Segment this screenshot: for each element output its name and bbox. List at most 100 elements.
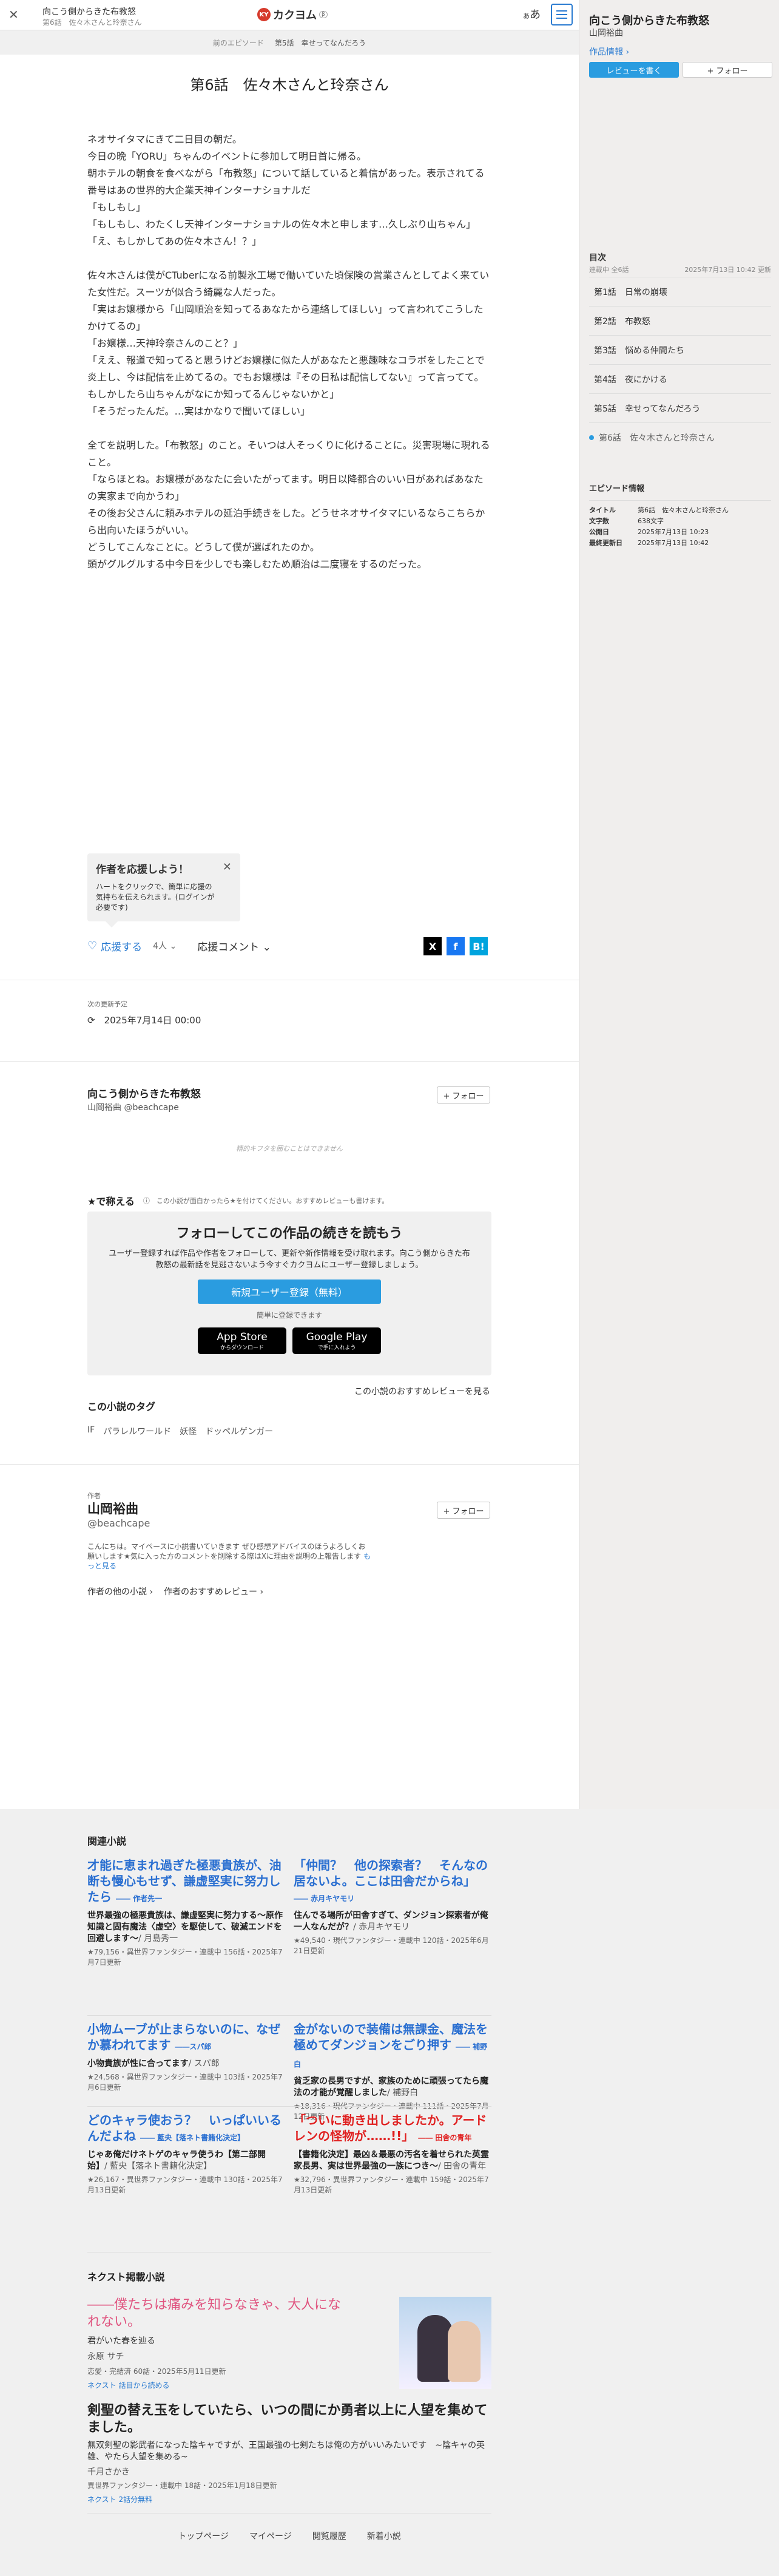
toc-meta: 連載中 全6話 2025年7月13日 10:42 更新 <box>589 265 771 274</box>
heart-icon[interactable]: ♡ <box>87 940 97 952</box>
episode-info-row: タイトル 第6話 佐々木さんと玲奈さん <box>589 506 729 514</box>
related-card[interactable]: どのキャラ使おう？ いっぱいいるんだよね ―― 藍央【落ネト書籍化決定】じゃあ俺… <box>87 2112 284 2195</box>
related-title[interactable]: 貧乏家の長男ですが、家族のために頑張ってたら魔法の才能が覚醒しました/ 補野白 <box>294 2076 490 2099</box>
toc-item[interactable]: 第1話 日常の崩壊 <box>589 277 771 306</box>
cheer-comment-button[interactable]: 応援コメント ⌄ <box>197 938 271 954</box>
divider <box>87 2106 491 2107</box>
sidebar-author[interactable]: 山岡裕曲 <box>589 27 623 39</box>
toc-item[interactable]: 第4話 夜にかける <box>589 364 771 393</box>
footer-link[interactable]: マイページ <box>249 2530 292 2542</box>
related-meta: ★49,540・現代ファンタジー・連載中 120話・2025年6月21日更新 <box>294 1936 489 1955</box>
sidebar-follow-button[interactable]: + フォロー <box>683 62 772 78</box>
next-novel-badge: ネクスト 2話分無料 <box>87 2495 153 2504</box>
store-badges: App Store からダウンロード Google Play で手に入れよう <box>87 1327 491 1354</box>
toc-item[interactable]: 第2話 布教怒 <box>589 306 771 335</box>
author-name[interactable]: 山岡裕曲 <box>87 1499 138 1517</box>
work-author[interactable]: 山岡裕曲 @beachcape <box>87 1101 179 1113</box>
next-novel-author[interactable]: 千月さかき <box>87 2466 491 2478</box>
related-title[interactable]: 住んでる場所が田舎すぎて、ダンジョン探索者が俺一人なんだが？/ 赤月キヤモリ <box>294 1910 490 1933</box>
toc-item[interactable]: 第3話 悩める仲間たち <box>589 335 771 364</box>
related-card[interactable]: 金がないので装備は無課金、魔法を極めてダンジョンをごり押す ―― 補野白 貧乏家の… <box>294 2021 490 2122</box>
toc-heading: 目次 <box>589 253 606 263</box>
next-update-label: 次の更新予定 <box>87 1000 127 1008</box>
toc-item[interactable]: 第5話 幸せってなんだろう <box>589 393 771 422</box>
related-meta: ★32,796・異世界ファンタジー・連載中 159話・2025年7月13日更新 <box>294 2175 489 2194</box>
body-paragraph: 朝ホテルの朝食を食べながら「布教怒」について話していると着信があった。表示されて… <box>87 168 485 196</box>
next-novel-title[interactable]: 無双剣聖の影武者になった陰キャですが、王国最強の七剣たちは俺の方がいいみたいです… <box>87 2440 491 2463</box>
header-episode-title: 第6話 佐々木さんと玲奈さん <box>42 18 142 27</box>
kakuyomu-logo[interactable]: KY カクヨム β <box>257 7 328 22</box>
tag-item[interactable]: IF <box>87 1425 95 1437</box>
body-paragraph: 今日の晩「YORU」ちゃんのイベントに参加して明日首に帰る。 <box>87 151 366 162</box>
next-novel-card[interactable]: ――僕たちは痛みを知らなきゃ、大人になれない。 君がいた春を辿る 永原 サチ 恋… <box>87 2297 491 2390</box>
header-work-title[interactable]: 向こう側からきた布教怒 <box>42 5 136 18</box>
star-heading[interactable]: ★で称える <box>87 1193 135 1208</box>
prev-episode-link[interactable]: 前のエピソード <box>213 38 264 48</box>
related-title[interactable]: 【書籍化決定】最凶＆最悪の汚名を着せられた英霊家長男、実は世界最強の一族につき〜… <box>294 2149 490 2172</box>
write-review-button[interactable]: レビューを書く <box>589 62 679 78</box>
author-reviews-link[interactable]: 作者のおすすめレビュー › <box>164 1585 263 1598</box>
author-other-works-link[interactable]: 作者の他の小説 › <box>87 1585 153 1598</box>
related-title[interactable]: 世界最強の極悪貴族は、謙虚堅実に努力する〜原作知識と固有魔法〈虚空〉を駆使して、… <box>87 1910 284 1945</box>
footer-link[interactable]: トップページ <box>178 2530 229 2542</box>
next-novels-heading: ネクスト掲載小説 <box>87 2271 165 2283</box>
font-size-label: あ <box>530 8 541 21</box>
current-prev-episode-title[interactable]: 第5話 幸せってなんだろう <box>275 38 366 48</box>
follow-cta-heading: フォローしてこの作品の続きを読もう <box>176 1226 403 1241</box>
close-icon[interactable]: ✕ <box>223 861 232 873</box>
close-icon[interactable]: ✕ <box>8 7 19 22</box>
toc-list: 第1話 日常の崩壊 第2話 布教怒 第3話 悩める仲間たち 第4話 夜にかける … <box>589 277 771 452</box>
related-meta: ★24,568・異世界ファンタジー・連載中 103話・2025年7月6日更新 <box>87 2073 283 2092</box>
footer-link[interactable]: 新着小説 <box>367 2530 401 2542</box>
tags-heading: この小説のタグ <box>87 1401 156 1412</box>
divider <box>87 2015 491 2016</box>
toc-item-current[interactable]: 第6話 佐々木さんと玲奈さん <box>589 422 771 452</box>
work-info-link[interactable]: 作品情報 › <box>589 46 629 58</box>
related-title[interactable]: 小物貴族が性に合ってます/ スパ郎 <box>87 2058 284 2070</box>
work-title[interactable]: 向こう側からきた布教怒 <box>87 1085 201 1100</box>
tag-item[interactable]: パラレルワールド <box>103 1425 171 1437</box>
body-paragraph: 「ならほとね。お嬢様があなたに会いたがってます。明日以降都合のいい日があればあな… <box>87 473 484 502</box>
related-card[interactable]: 「ついに動き出しましたか。アードレンの怪物が……!!」 ―― 田舎の青年【書籍化… <box>294 2112 490 2195</box>
tag-item[interactable]: 妖怪 <box>180 1425 197 1437</box>
related-catch: どのキャラ使おう？ いっぱいいるんだよね ―― 藍央【落ネト書籍化決定】 <box>87 2113 282 2143</box>
body-paragraph: 「もしもし、わたくし天神インターナショナルの佐々木と申します…久しぶり山ちゃん」 <box>87 219 476 230</box>
app-store-badge[interactable]: App Store からダウンロード <box>198 1327 286 1354</box>
episode-info-row: 最終更新日 2025年7月13日 10:42 <box>589 539 709 547</box>
next-novel-card[interactable]: 剣聖の替え玉をしていたら、いつの間にか勇者以上に人望を集めてました。 無双剣聖の… <box>87 2402 491 2504</box>
cheer-tooltip: 作者を応援しよう！ ハートをクリックで、簡単に応援の気持ちを伝えられます。(ログ… <box>87 853 240 927</box>
body-paragraph <box>87 420 491 437</box>
cheer-count[interactable]: 4人 ⌄ <box>153 940 177 952</box>
footer-link[interactable]: 閲覧履歴 <box>312 2530 346 2542</box>
body-paragraph: 「ええ、報道で知ってると思うけどお嬢様に似た人があなたと悪趣味なコラボをしたこと… <box>87 354 485 400</box>
share-x-icon[interactable]: X <box>423 937 442 955</box>
episode-body: ネオサイタマにきて二日目の朝だ。 今日の晩「YORU」ちゃんのイベントに参加して明… <box>87 131 491 573</box>
toc-updated: 2025年7月13日 10:42 更新 <box>684 266 771 274</box>
share-hatena-icon[interactable]: B! <box>470 937 488 955</box>
author-follow-button[interactable]: + フォロー <box>437 1502 490 1519</box>
related-card[interactable]: 小物ムーブが止まらないのに、なぜか慕われてます ――スパ郎 小物貴族が性に合ってま… <box>87 2021 284 2093</box>
body-paragraph <box>87 250 491 267</box>
related-card[interactable]: 「仲間？ 他の探索者？ そんなの居ないよ。ここは田舎だからね」 ―― 赤月キヤモ… <box>294 1857 490 1956</box>
cheer-button[interactable]: 応援する <box>101 938 142 954</box>
menu-icon[interactable] <box>551 4 573 25</box>
recommended-reviews-link[interactable]: この小説のおすすめレビューを見る <box>354 1385 490 1397</box>
related-meta: ★79,156・異世界ファンタジー・連載中 156話・2025年7月7日更新 <box>87 1948 283 1967</box>
register-button[interactable]: 新規ユーザー登録（無料） <box>198 1280 381 1304</box>
tag-item[interactable]: ドッペルゲンガー <box>205 1425 273 1437</box>
body-paragraph: 「そうだったんだ。…実はかなりで聞いてほしい」 <box>87 405 311 417</box>
logo-beta-badge: β <box>319 11 328 18</box>
author-id[interactable]: @beachcape <box>87 1517 150 1529</box>
related-card[interactable]: 才能に恵まれ過ぎた極悪貴族が、油断も慢心もせず、謙虚堅実に努力したら ―― 作者… <box>87 1857 284 1968</box>
font-size-button[interactable]: ああ <box>523 6 541 22</box>
body-paragraph: 頭がグルグルする中今日を少しでも楽しむため順治は二度寝をするのだった。 <box>87 558 427 570</box>
google-play-badge[interactable]: Google Play で手に入れよう <box>292 1327 381 1354</box>
work-follow-button[interactable]: + フォロー <box>437 1086 490 1103</box>
sidebar-work-title[interactable]: 向こう側からきた布教怒 <box>589 12 709 28</box>
share-facebook-icon[interactable]: f <box>447 937 465 955</box>
related-title[interactable]: じゃあ俺だけネトゲのキャラ使うわ【第二部開始】/ 藍央【落ネト書籍化決定】 <box>87 2149 284 2172</box>
next-novel-cover-image[interactable] <box>399 2297 491 2389</box>
related-catch: 「ついに動き出しましたか。アードレンの怪物が……!!」 ―― 田舎の青年 <box>294 2113 487 2143</box>
next-novel-catch: 剣聖の替え玉をしていたら、いつの間にか勇者以上に人望を集めてました。 <box>87 2403 488 2435</box>
body-paragraph: 「え、もしかしてあの佐々木さん！？」 <box>87 236 262 247</box>
